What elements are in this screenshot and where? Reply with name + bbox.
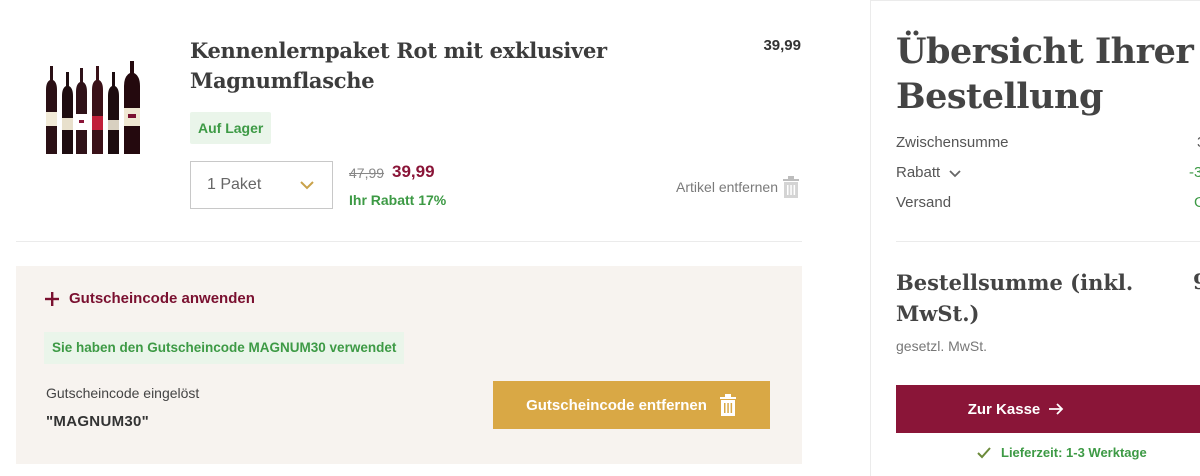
delivery-label: Lieferzeit: 1-3 Werktage: [1001, 445, 1147, 460]
remove-voucher-label: Gutscheincode entfernen: [526, 396, 707, 414]
summary-divider: [896, 241, 1200, 242]
apply-voucher-toggle[interactable]: Gutscheincode anwenden: [44, 290, 255, 307]
new-price: 39,99: [392, 162, 435, 181]
delivery-info: Lieferzeit: 1-3 Werktage: [977, 445, 1147, 460]
discount-value: -3: [1189, 164, 1200, 181]
subtotal-label: Zwischensumme: [896, 134, 1009, 151]
shipping-label: Versand: [896, 194, 952, 211]
order-total-label: Bestellsumme (inkl. MwSt.): [896, 270, 1134, 326]
voucher-applied-message: Sie haben den Gutscheincode MAGNUM30 ver…: [44, 332, 405, 364]
stock-status-badge: Auf Lager: [190, 112, 272, 144]
shipping-value: G: [1194, 194, 1200, 211]
summary-title: Übersicht Ihrer Bestellung: [896, 31, 1194, 117]
quantity-select[interactable]: 1 Paket: [190, 161, 333, 209]
check-icon: [977, 446, 991, 458]
discount-toggle[interactable]: Rabatt: [896, 164, 962, 181]
trash-icon: [719, 394, 736, 416]
wine-bottles-image: [46, 61, 140, 154]
chevron-down-icon: [300, 181, 314, 190]
voucher-code: "MAGNUM30": [46, 413, 150, 430]
arrow-right-icon: [1049, 403, 1064, 415]
chevron-down-icon: [949, 169, 961, 177]
discount-row-label: Rabatt: [896, 164, 941, 181]
product-title[interactable]: Kennenlernpaket Rot mit exklusiver Magnu…: [190, 36, 620, 96]
quantity-value: 1 Paket: [207, 176, 262, 193]
order-summary: Übersicht Ihrer Bestellung Zwischensumme…: [870, 0, 1200, 476]
voucher-panel: Gutscheincode anwenden Sie haben den Gut…: [16, 266, 802, 464]
voucher-redeemed-label: Gutscheincode eingelöst: [46, 385, 200, 401]
old-price: 47,99: [349, 165, 385, 181]
vat-note: gesetzl. MwSt.: [896, 338, 988, 354]
remove-item-button[interactable]: Artikel entfernen: [676, 176, 800, 198]
discount-label: Ihr Rabatt 17%: [349, 192, 447, 208]
apply-voucher-label: Gutscheincode anwenden: [69, 290, 255, 307]
cart-item: Kennenlernpaket Rot mit exklusiver Magnu…: [16, 0, 802, 242]
checkout-button[interactable]: Zur Kasse: [896, 385, 1200, 433]
remove-voucher-button[interactable]: Gutscheincode entfernen: [493, 381, 770, 429]
trash-icon: [783, 176, 799, 198]
remove-item-label: Artikel entfernen: [676, 179, 778, 195]
item-price: 39,99: [763, 37, 801, 54]
plus-icon: [45, 291, 59, 306]
order-total-value: 9: [1193, 269, 1200, 294]
checkout-label: Zur Kasse: [967, 400, 1041, 418]
